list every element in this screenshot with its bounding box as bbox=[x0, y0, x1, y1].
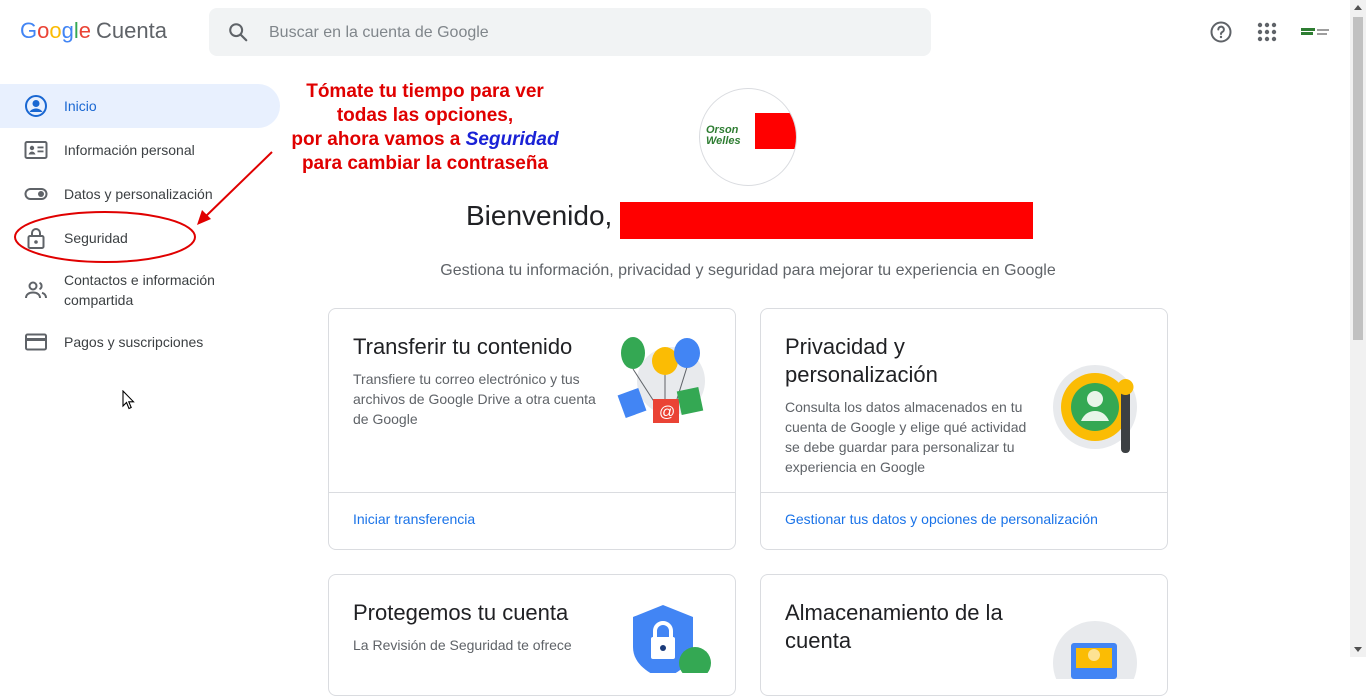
card-title: Transferir tu contenido bbox=[353, 334, 573, 359]
card-transfer-content: Transferir tu contenido Transfiere tu co… bbox=[328, 308, 736, 550]
storage-illustration-icon bbox=[1053, 621, 1137, 679]
account-circle-icon bbox=[25, 95, 47, 117]
profile-logo: Orson Welles bbox=[703, 113, 796, 151]
sidebar-nav: Inicio Información personal Datos y pers… bbox=[0, 84, 280, 364]
search-input[interactable] bbox=[267, 8, 911, 58]
search-icon[interactable] bbox=[227, 21, 249, 43]
annotation-emphasis: Seguridad bbox=[465, 129, 559, 150]
google-wordmark: Google bbox=[20, 18, 91, 44]
sidebar-item-label: Inicio bbox=[64, 98, 97, 114]
annotation-line: todas las opciones, bbox=[336, 105, 514, 126]
card-title: Privacidad y personalización bbox=[785, 334, 938, 387]
card-privacy-personalization: Privacidad y personalización Consulta lo… bbox=[760, 308, 1168, 550]
card-footer: Gestionar tus datos y opciones de person… bbox=[761, 492, 1167, 549]
card-footer: Iniciar transferencia bbox=[329, 492, 735, 549]
help-icon[interactable] bbox=[1209, 20, 1233, 44]
card-account-storage: Almacenamiento de la cuenta bbox=[760, 574, 1168, 696]
logo-letter: e bbox=[78, 18, 92, 43]
sidebar-item-informacion-personal[interactable]: Información personal bbox=[0, 128, 280, 172]
sidebar-item-label: Contactos e información compartida bbox=[64, 272, 215, 308]
avatar[interactable] bbox=[1300, 22, 1332, 42]
scroll-up-arrow-icon[interactable] bbox=[1354, 5, 1362, 10]
welcome-subtitle: Gestiona tu información, privacidad y se… bbox=[440, 262, 1056, 279]
card-title: Protegemos tu cuenta bbox=[353, 600, 569, 625]
google-account-logo[interactable]: Google Cuenta bbox=[20, 18, 167, 44]
transfer-illustration-icon: @ bbox=[617, 337, 705, 423]
shield-icon bbox=[633, 605, 711, 673]
toggle-icon bbox=[24, 188, 48, 200]
name-redaction bbox=[620, 202, 1033, 239]
start-transfer-link[interactable]: Iniciar transferencia bbox=[353, 511, 475, 527]
lock-icon bbox=[27, 228, 45, 249]
sidebar-item-label: Información personal bbox=[64, 142, 195, 158]
profile-picture[interactable]: Orson Welles bbox=[699, 88, 797, 186]
scroll-down-arrow-icon[interactable] bbox=[1354, 647, 1362, 652]
privacy-illustration-icon bbox=[1053, 365, 1137, 453]
logo-letter: o bbox=[37, 18, 50, 43]
logo-letter: G bbox=[20, 18, 38, 43]
apps-grid-icon[interactable] bbox=[1255, 20, 1279, 44]
card-title: Almacenamiento de la cuenta bbox=[785, 600, 1003, 653]
logo-letter: o bbox=[49, 18, 62, 43]
sidebar-item-pagos[interactable]: Pagos y suscripciones bbox=[0, 320, 280, 364]
sidebar-item-label: Datos y personalización bbox=[64, 186, 213, 202]
page-scrollbar[interactable] bbox=[1350, 0, 1366, 657]
search-bar[interactable] bbox=[209, 8, 931, 58]
sidebar-item-inicio[interactable]: Inicio bbox=[0, 84, 280, 128]
mouse-cursor-icon bbox=[122, 390, 135, 410]
id-card-icon bbox=[24, 141, 48, 159]
annotation-line: para cambiar la contraseña bbox=[301, 153, 549, 174]
profile-redaction bbox=[755, 113, 796, 149]
profile-logo-text: Welles bbox=[706, 135, 741, 147]
welcome-heading: Bienvenido, J bbox=[466, 200, 635, 231]
card-description: Consulta los datos almacenados en tu cue… bbox=[785, 399, 1027, 475]
sidebar-item-datos-personalizacion[interactable]: Datos y personalización bbox=[0, 172, 280, 216]
sidebar-item-seguridad[interactable]: Seguridad bbox=[0, 216, 280, 260]
sidebar-item-label: Seguridad bbox=[64, 230, 128, 246]
credit-card-icon bbox=[25, 333, 47, 351]
product-name: Cuenta bbox=[96, 18, 167, 43]
manage-data-link[interactable]: Gestionar tus datos y opciones de person… bbox=[785, 511, 1098, 527]
annotation-line: por ahora vamos a Seguridad bbox=[260, 128, 590, 152]
card-description: La Revisión de Seguridad te ofrece bbox=[353, 637, 572, 653]
tutorial-annotation: Tómate tu tiempo para ver todas las opci… bbox=[260, 80, 590, 176]
svg-text:@: @ bbox=[659, 404, 675, 421]
logo-letter: g bbox=[61, 18, 74, 43]
people-icon bbox=[25, 281, 47, 299]
annotation-line: Tómate tu tiempo para ver bbox=[306, 81, 544, 102]
sidebar-item-contactos[interactable]: Contactos e información compartida bbox=[0, 260, 280, 320]
annotation-text: por ahora vamos a bbox=[291, 129, 466, 150]
card-description: Transfiere tu correo electrónico y tus a… bbox=[353, 371, 596, 427]
card-protect-account: Protegemos tu cuenta La Revisión de Segu… bbox=[328, 574, 736, 696]
top-bar: Google Cuenta bbox=[0, 0, 1350, 64]
scrollbar-thumb[interactable] bbox=[1353, 17, 1363, 340]
sidebar-item-label: Pagos y suscripciones bbox=[64, 334, 204, 350]
